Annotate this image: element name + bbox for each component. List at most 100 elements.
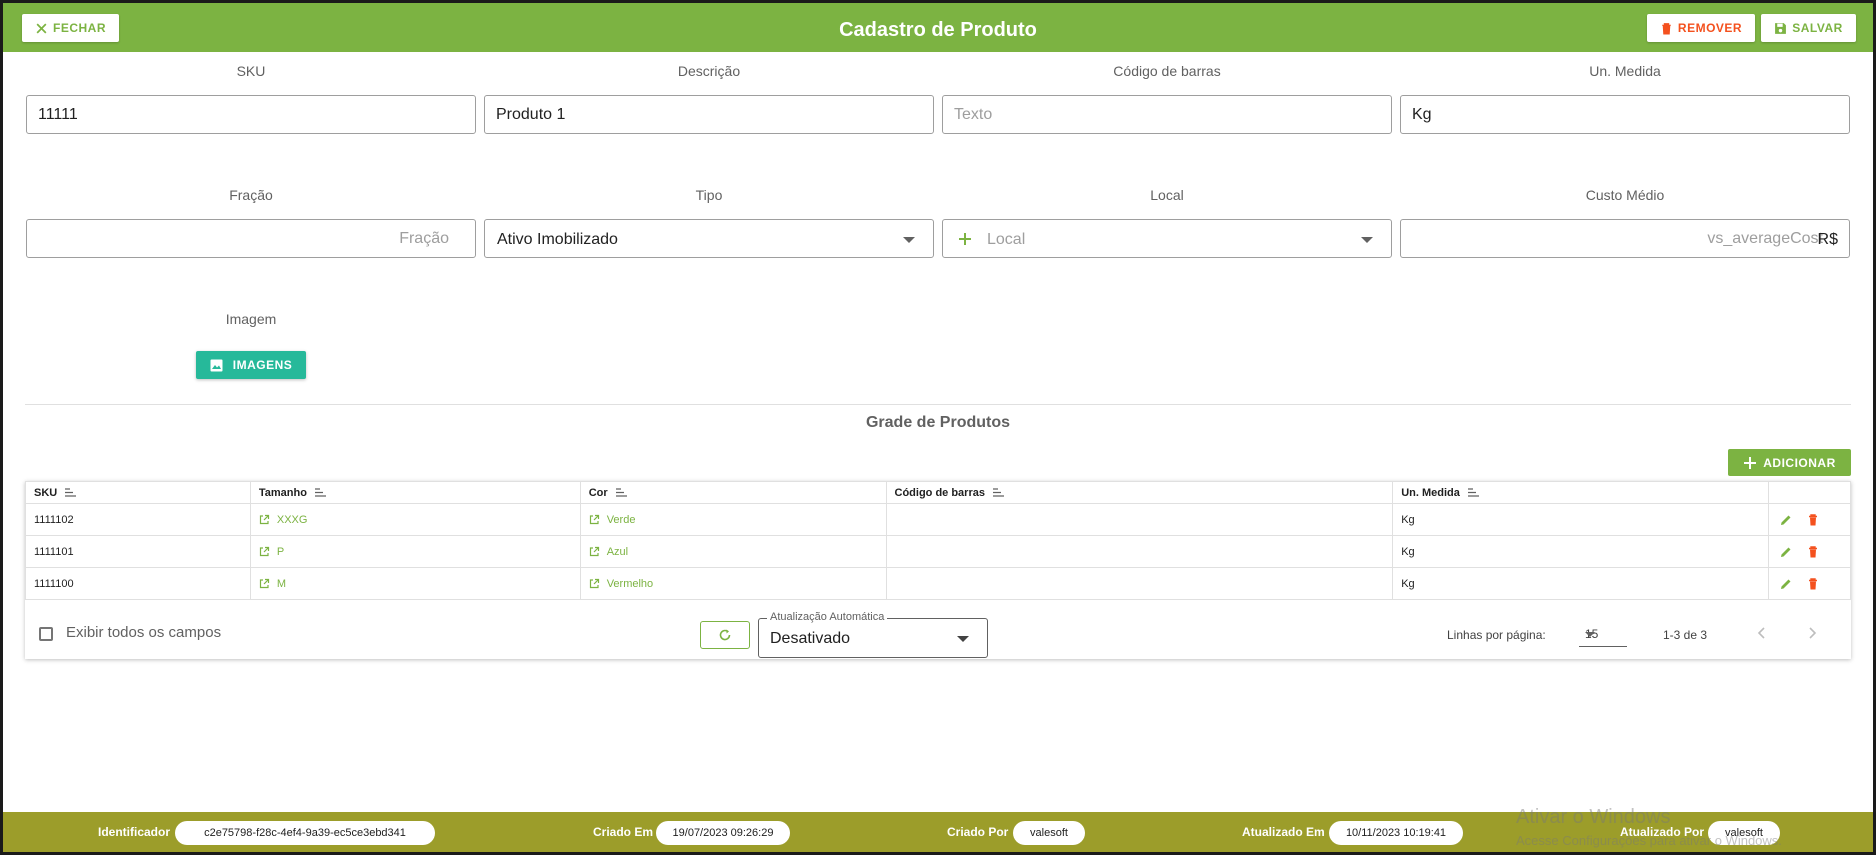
sort-icon[interactable]	[615, 488, 627, 497]
cell-unidade: Kg	[1392, 535, 1769, 568]
grade-table-card: SKU Tamanho Cor Código de barras Un. Med…	[25, 481, 1852, 659]
custo-medio-field[interactable]: R$	[1400, 219, 1850, 258]
page-title: Cadastro de Produto	[839, 19, 1037, 41]
sku-field[interactable]	[26, 95, 476, 134]
external-link-icon	[259, 546, 269, 556]
image-icon	[210, 359, 223, 371]
cell-tamanho-link[interactable]: P	[249, 535, 581, 568]
chevron-right-icon[interactable]	[1805, 626, 1819, 640]
un-medida-field[interactable]	[1400, 95, 1850, 134]
custo-medio-label: Custo Médio	[1585, 187, 1665, 203]
custo-medio-input[interactable]	[1401, 220, 1849, 257]
local-placeholder: Local	[987, 231, 1026, 248]
table-row: 1111102 XXXG Verde Kg	[25, 503, 1852, 536]
codigo-barras-label: Código de barras	[1113, 63, 1221, 79]
section-divider	[25, 404, 1851, 405]
auto-update-select[interactable]: Atualização Automática Desativado	[758, 611, 988, 658]
un-medida-label: Un. Medida	[1589, 63, 1661, 79]
auto-update-value: Desativado	[770, 630, 851, 647]
delete-icon[interactable]	[1806, 577, 1820, 591]
cell-codigo	[885, 503, 1394, 536]
refresh-button[interactable]	[700, 621, 750, 649]
show-all-fields-checkbox[interactable]	[39, 627, 53, 641]
grade-table: SKU Tamanho Cor Código de barras Un. Med…	[25, 481, 1852, 600]
remove-button[interactable]: REMOVER	[1647, 14, 1755, 42]
add-variant-button[interactable]: ADICIONAR	[1728, 449, 1851, 476]
chevron-left-icon[interactable]	[1755, 626, 1769, 640]
add-variant-label: ADICIONAR	[1763, 455, 1836, 470]
rows-per-page-select[interactable]: 15	[1579, 623, 1627, 647]
delete-icon[interactable]	[1806, 513, 1820, 527]
edit-icon[interactable]	[1779, 577, 1793, 591]
col-sku[interactable]: SKU	[25, 481, 251, 504]
windows-activation-watermark: Ativar o Windows	[1516, 806, 1671, 828]
descricao-field[interactable]	[484, 95, 934, 134]
cell-cor-link[interactable]: Verde	[579, 503, 887, 536]
cell-sku: 1111101	[25, 535, 251, 568]
col-codigo-barras[interactable]: Código de barras	[885, 481, 1394, 504]
cell-sku: 1111102	[25, 503, 251, 536]
delete-icon[interactable]	[1806, 545, 1820, 559]
col-un-medida[interactable]: Un. Medida	[1392, 481, 1769, 504]
cell-unidade: Kg	[1392, 567, 1769, 600]
cell-tamanho-link[interactable]: M	[249, 567, 581, 600]
table-footer: Exibir todos os campos Atualização Autom…	[25, 609, 1851, 659]
tipo-label: Tipo	[695, 187, 723, 203]
plus-icon[interactable]	[957, 231, 973, 247]
pagination-range: 1-3 de 3	[1663, 628, 1708, 642]
cell-sku: 1111100	[25, 567, 251, 600]
caret-down-icon	[1361, 237, 1373, 243]
currency-suffix: R$	[1817, 231, 1838, 248]
col-cor[interactable]: Cor	[579, 481, 887, 504]
col-tamanho[interactable]: Tamanho	[249, 481, 581, 504]
close-button-label: FECHAR	[53, 21, 106, 35]
external-link-icon	[589, 578, 599, 588]
sku-input[interactable]	[27, 96, 475, 133]
save-icon	[1775, 22, 1787, 34]
rows-per-page-label: Linhas por página:	[1447, 628, 1546, 642]
codigo-barras-field[interactable]	[942, 95, 1392, 134]
caret-down-icon	[903, 237, 915, 243]
cell-cor-link[interactable]: Azul	[579, 535, 887, 568]
images-button[interactable]: IMAGENS	[196, 351, 306, 379]
codigo-barras-input[interactable]	[943, 96, 1391, 133]
criado-em-label: Criado Em	[593, 825, 654, 839]
descricao-label: Descrição	[677, 63, 741, 79]
criado-por-label: Criado Por	[947, 825, 1009, 839]
trash-icon	[1662, 22, 1671, 34]
edit-icon[interactable]	[1779, 513, 1793, 527]
cell-unidade: Kg	[1392, 503, 1769, 536]
close-button[interactable]: FECHAR	[22, 14, 119, 42]
external-link-icon	[589, 546, 599, 556]
local-select[interactable]: Local	[942, 219, 1392, 258]
save-button[interactable]: SALVAR	[1761, 14, 1856, 42]
grade-title: Grade de Produtos	[865, 414, 1011, 431]
atualizado-em-label: Atualizado Em	[1242, 825, 1325, 839]
fracao-input[interactable]	[27, 220, 475, 257]
fracao-field[interactable]	[26, 219, 476, 258]
sort-icon[interactable]	[1467, 488, 1479, 497]
row-actions	[1767, 535, 1852, 568]
auto-update-label: Atualização Automática	[767, 611, 888, 623]
edit-icon[interactable]	[1779, 545, 1793, 559]
cell-cor-link[interactable]: Vermelho	[579, 567, 887, 600]
show-all-fields-label: Exibir todos os campos	[66, 624, 222, 641]
close-icon	[36, 23, 47, 33]
criado-por-value: valesoft	[1013, 821, 1085, 845]
external-link-icon	[589, 514, 599, 524]
un-medida-input[interactable]	[1401, 96, 1849, 133]
plus-icon	[1744, 456, 1757, 469]
tipo-select[interactable]: Ativo Imobilizado	[484, 219, 934, 258]
cell-codigo	[885, 535, 1394, 568]
sort-icon[interactable]	[992, 488, 1004, 497]
sort-icon[interactable]	[314, 488, 326, 497]
sort-icon[interactable]	[65, 488, 77, 497]
external-link-icon	[259, 578, 269, 588]
cell-tamanho-link[interactable]: XXXG	[249, 503, 581, 536]
col-actions	[1767, 481, 1852, 504]
descricao-input[interactable]	[485, 96, 933, 133]
local-label: Local	[1150, 187, 1184, 203]
fracao-label: Fração	[229, 187, 273, 203]
external-link-icon	[259, 514, 269, 524]
cell-codigo	[885, 567, 1394, 600]
